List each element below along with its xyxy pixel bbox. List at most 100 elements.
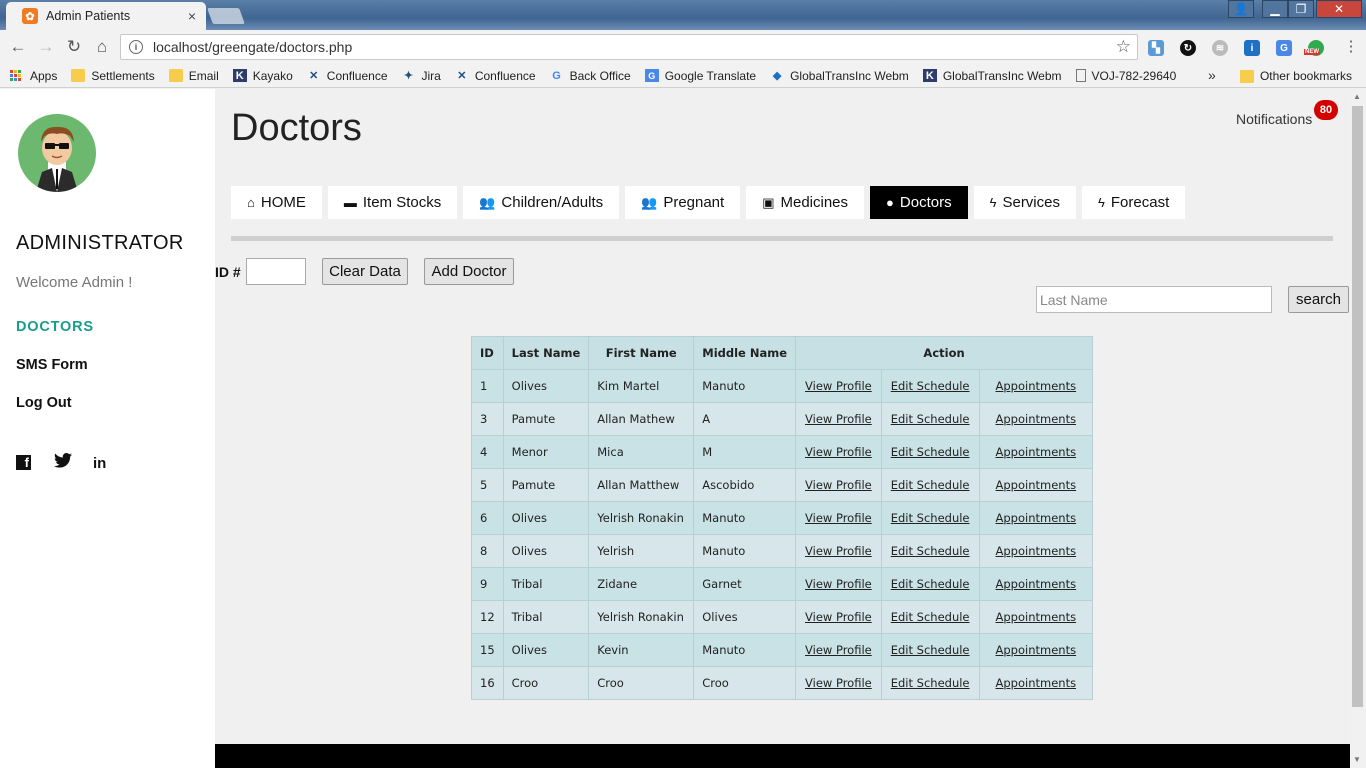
cell-middle-name: Ascobido: [693, 468, 797, 502]
view-profile-link[interactable]: View Profile: [804, 511, 873, 525]
home-icon[interactable]: ⌂: [91, 37, 113, 57]
cell-action: View Profile: [795, 600, 882, 634]
scrollbar-thumb[interactable]: [1352, 106, 1363, 707]
view-profile-link[interactable]: View Profile: [804, 676, 873, 690]
xampp-favicon-icon: ✿: [22, 8, 38, 24]
appointments-link[interactable]: Appointments: [988, 379, 1085, 393]
last-name-search-input[interactable]: [1036, 286, 1272, 313]
extension-info-icon[interactable]: i: [1244, 40, 1260, 56]
bookmark-kayako[interactable]: K Kayako: [232, 69, 293, 83]
scroll-down-arrow-icon[interactable]: ▼: [1353, 755, 1361, 764]
address-bar[interactable]: i localhost/greengate/doctors.php ☆: [120, 34, 1138, 60]
view-profile-link[interactable]: View Profile: [804, 412, 873, 426]
edit-schedule-link[interactable]: Edit Schedule: [890, 676, 971, 690]
view-profile-link[interactable]: View Profile: [804, 544, 873, 558]
forward-arrow-icon[interactable]: →: [35, 37, 57, 57]
browser-menu-icon[interactable]: ⋮: [1340, 37, 1362, 55]
edit-schedule-link[interactable]: Edit Schedule: [890, 412, 971, 426]
facebook-icon[interactable]: f: [16, 455, 31, 470]
appointments-link[interactable]: Appointments: [988, 610, 1085, 624]
edit-schedule-link[interactable]: Edit Schedule: [890, 544, 971, 558]
maximize-window-icon[interactable]: ❐: [1288, 0, 1314, 18]
search-button[interactable]: search: [1288, 286, 1349, 313]
extension-spotify-icon[interactable]: ≋: [1212, 40, 1228, 56]
tab-pregnant[interactable]: 👥 Pregnant: [625, 186, 741, 219]
bookmark-apps[interactable]: Apps: [10, 69, 57, 83]
bookmark-jira[interactable]: ✦ Jira: [402, 69, 441, 83]
folder-icon: [168, 69, 183, 82]
view-profile-link[interactable]: View Profile: [804, 445, 873, 459]
bookmark-email[interactable]: Email: [168, 69, 219, 83]
appointments-link[interactable]: Appointments: [988, 445, 1085, 459]
view-profile-link[interactable]: View Profile: [804, 478, 873, 492]
tab-forecast[interactable]: ϟ Forecast: [1082, 186, 1186, 219]
folder-icon: [71, 69, 86, 82]
tab-services[interactable]: ϟ Services: [973, 186, 1076, 219]
bookmark-globaltrans-1[interactable]: ◆ GlobalTransInc Webm: [770, 69, 909, 83]
edit-schedule-link[interactable]: Edit Schedule: [890, 445, 971, 459]
notifications-badge[interactable]: 80: [1314, 100, 1338, 120]
edit-schedule-link[interactable]: Edit Schedule: [890, 511, 971, 525]
appointments-link[interactable]: Appointments: [988, 577, 1085, 591]
reload-icon[interactable]: ↻: [63, 37, 85, 57]
browser-tab[interactable]: ✿ Admin Patients ×: [6, 2, 206, 30]
id-input[interactable]: [246, 258, 306, 285]
tab-children-adults[interactable]: 👥 Children/Adults: [463, 186, 620, 219]
edit-schedule-link[interactable]: Edit Schedule: [890, 379, 971, 393]
sidebar-item-sms-form[interactable]: SMS Form: [16, 357, 88, 373]
bookmark-voj[interactable]: VOJ-782-29640: [1075, 69, 1176, 83]
bookmark-star-icon[interactable]: ☆: [1116, 37, 1131, 57]
close-tab-icon[interactable]: ×: [188, 8, 196, 24]
linkedin-icon[interactable]: in: [93, 455, 106, 472]
new-tab-button[interactable]: [207, 8, 245, 24]
bookmark-confluence-1[interactable]: ✕ Confluence: [307, 69, 387, 83]
appointments-link[interactable]: Appointments: [988, 676, 1085, 690]
page-viewport: ADMINISTRATOR Welcome Admin ! DOCTORS SM…: [0, 89, 1366, 768]
twitter-icon[interactable]: [54, 453, 72, 473]
extension-translate-icon[interactable]: ▚: [1148, 40, 1164, 56]
bookmark-globaltrans-2[interactable]: K GlobalTransInc Webm: [922, 69, 1062, 83]
address-url[interactable]: localhost/greengate/doctors.php: [153, 39, 1116, 55]
user-profile-icon[interactable]: 👤: [1228, 0, 1254, 18]
bookmark-back-office[interactable]: G Back Office: [550, 69, 630, 83]
cell-last-name: Croo: [502, 666, 590, 700]
appointments-link[interactable]: Appointments: [988, 478, 1085, 492]
appointments-link[interactable]: Appointments: [988, 412, 1085, 426]
tab-home[interactable]: ⌂ HOME: [231, 186, 322, 219]
cell-action: Appointments: [978, 600, 1094, 634]
more-bookmarks-chevron-icon[interactable]: »: [1208, 67, 1216, 83]
view-profile-link[interactable]: View Profile: [804, 643, 873, 657]
add-doctor-button[interactable]: Add Doctor: [424, 258, 514, 285]
appointments-link[interactable]: Appointments: [988, 544, 1085, 558]
appointments-link[interactable]: Appointments: [988, 643, 1085, 657]
view-profile-link[interactable]: View Profile: [804, 577, 873, 591]
bookmark-google-translate[interactable]: G Google Translate: [644, 69, 756, 83]
scroll-up-arrow-icon[interactable]: ▲: [1353, 92, 1361, 101]
clear-data-button[interactable]: Clear Data: [322, 258, 408, 285]
back-arrow-icon[interactable]: ←: [7, 37, 29, 57]
extension-google-translate-icon[interactable]: G: [1276, 40, 1292, 56]
sidebar-item-log-out[interactable]: Log Out: [16, 395, 72, 411]
appointments-link[interactable]: Appointments: [988, 511, 1085, 525]
edit-schedule-link[interactable]: Edit Schedule: [890, 643, 971, 657]
edit-schedule-link[interactable]: Edit Schedule: [890, 577, 971, 591]
page-scrollbar[interactable]: ▲ ▼: [1350, 89, 1366, 768]
tab-doctors[interactable]: ● Doctors: [870, 186, 968, 219]
users-icon: 👥: [479, 194, 496, 210]
close-window-icon[interactable]: ✕: [1316, 0, 1362, 18]
edit-schedule-link[interactable]: Edit Schedule: [890, 610, 971, 624]
other-bookmarks[interactable]: Other bookmarks: [1239, 69, 1352, 83]
bookmark-settlements[interactable]: Settlements: [71, 69, 155, 83]
minimize-window-icon[interactable]: ▁: [1262, 0, 1288, 18]
bookmark-confluence-2[interactable]: ✕ Confluence: [455, 69, 535, 83]
notifications-link[interactable]: Notifications: [1236, 111, 1312, 127]
view-profile-link[interactable]: View Profile: [804, 610, 873, 624]
extension-sync-icon[interactable]: ↻: [1180, 40, 1196, 56]
tab-item-stocks[interactable]: ▬ Item Stocks: [327, 186, 458, 219]
tab-medicines[interactable]: ▣ Medicines: [746, 186, 865, 219]
site-info-icon[interactable]: i: [129, 40, 143, 54]
extension-new-icon[interactable]: NEW: [1304, 40, 1324, 56]
sidebar-item-doctors[interactable]: DOCTORS: [16, 319, 94, 335]
view-profile-link[interactable]: View Profile: [804, 379, 873, 393]
edit-schedule-link[interactable]: Edit Schedule: [890, 478, 971, 492]
